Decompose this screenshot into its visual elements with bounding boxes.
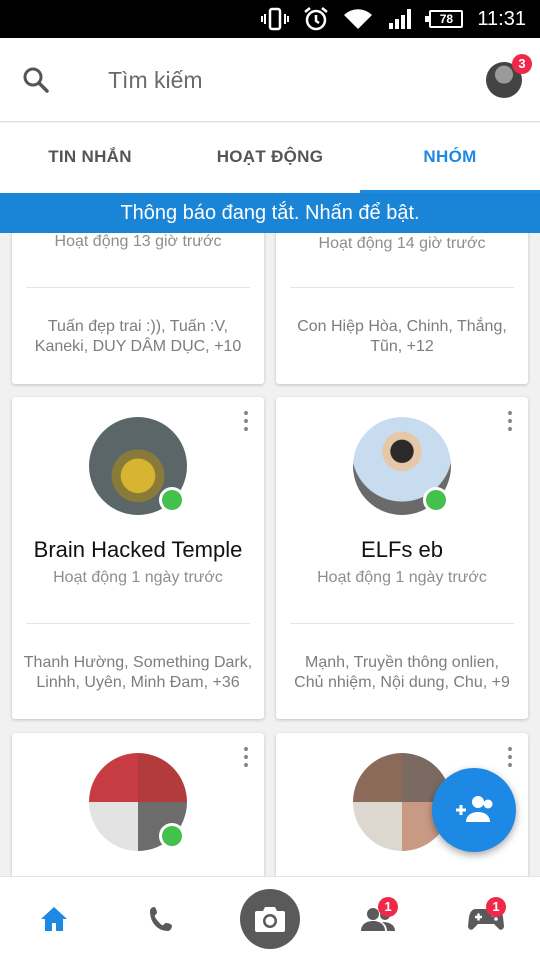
more-options-icon[interactable] [240,409,252,433]
wifi-icon [344,9,373,29]
nav-calls[interactable] [132,877,192,960]
group-members-line: Thanh Hường, Something Dark, [23,654,253,671]
group-members: Thanh Hường, Something Dark, Linhh, Uyên… [20,653,256,693]
camera-button[interactable] [240,889,300,949]
group-members-line: Tuấn đẹp trai :)), Tuấn :V, [47,318,229,335]
group-name: ELFs eb [361,537,443,562]
more-options-icon[interactable] [504,745,516,769]
group-card[interactable]: Brain Hacked Temple Hoạt động 1 ngày trư… [12,397,264,719]
group-members-line: Con Hiệp Hòa, Chinh, Thắng, [297,318,507,335]
online-indicator [423,487,449,513]
phone-icon [150,907,172,931]
group-card[interactable]: ELFs eb Hoạt động 1 ngày trước Mạnh, Tru… [276,397,528,719]
group-name: Brain Hacked Temple [33,537,243,562]
profile-button[interactable]: 3 [486,54,532,98]
tab-activity[interactable]: HOẠT ĐỘNG [180,123,360,193]
group-members-line: Linhh, Uyên, Minh Đam, +36 [36,674,240,691]
group-members-line: Chủ nhiệm, Nội dung, Chu, +9 [294,674,510,691]
add-group-icon [456,796,493,822]
group-members-line: Tũn, +12 [370,338,434,355]
nav-home[interactable] [24,877,84,960]
notifications-off-banner[interactable]: Thông báo đang tắt. Nhấn để bật. [0,193,540,233]
group-activity: Hoạt động 1 ngày trước [53,569,223,586]
status-bar: 78 11:31 [0,0,540,38]
divider [26,623,250,624]
games-badge: 1 [486,897,506,917]
tab-bar: TIN NHẮN HOẠT ĐỘNG NHÓM [0,123,540,193]
home-icon [41,907,67,931]
signal-icon [389,9,412,29]
more-options-icon[interactable] [240,745,252,769]
notification-badge: 3 [512,54,532,74]
group-members: Tuấn đẹp trai :)), Tuấn :V, Kaneki, DUY … [20,317,256,357]
divider [290,623,514,624]
people-badge: 1 [378,897,398,917]
vibrate-icon [261,7,290,31]
create-group-button[interactable] [432,768,516,852]
camera-icon [255,907,285,932]
battery-indicator: 78 [425,10,464,28]
group-card[interactable] [12,733,264,876]
tab-messages[interactable]: TIN NHẮN [0,123,180,193]
group-card[interactable]: Hoạt động 13 giờ trước Tuấn đẹp trai :))… [12,233,264,384]
group-members-line: Mạnh, Truyền thông onlien, [305,654,499,671]
online-indicator [159,487,185,513]
nav-people[interactable]: 1 [348,877,408,960]
group-card[interactable]: Hoạt động 14 giờ trước Con Hiệp Hòa, Chi… [276,233,528,384]
divider [26,287,250,288]
bottom-navigation: 1 1 [0,876,540,960]
search-header: 3 [0,38,540,122]
group-activity: Hoạt động 14 giờ trước [318,235,486,252]
group-activity: Hoạt động 1 ngày trước [317,569,487,586]
alarm-icon [304,7,329,31]
group-members: Con Hiệp Hòa, Chinh, Thắng, Tũn, +12 [284,317,520,357]
search-input[interactable] [108,64,428,96]
clock: 11:31 [477,7,526,30]
search-icon[interactable] [22,66,50,94]
nav-games[interactable]: 1 [456,877,516,960]
online-indicator [159,823,185,849]
divider [290,287,514,288]
group-activity: Hoạt động 13 giờ trước [54,233,222,250]
tab-groups[interactable]: NHÓM [360,123,540,193]
group-members-line: Kaneki, DUY DÂM DỤC, +10 [34,338,242,355]
group-members: Mạnh, Truyền thông onlien, Chủ nhiệm, Nộ… [284,653,520,693]
more-options-icon[interactable] [504,409,516,433]
